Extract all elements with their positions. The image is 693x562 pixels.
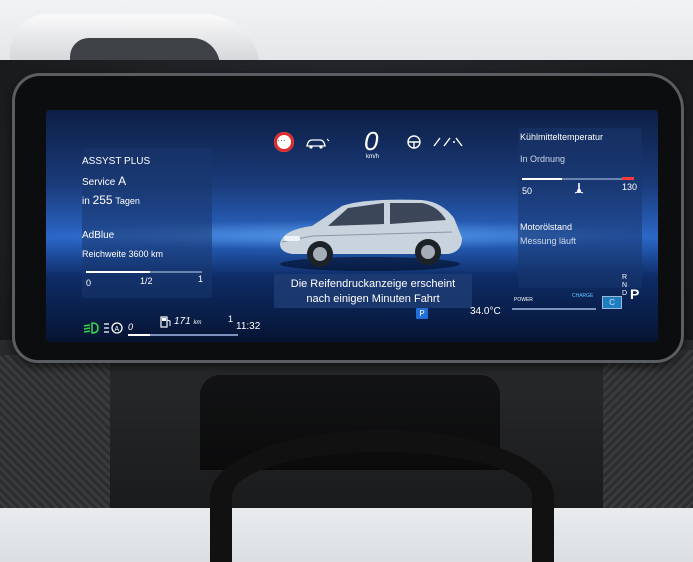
steering-wheel [210,430,554,562]
auto-headlight-icon: A [104,322,123,334]
tire-pressure-message: Die Reifendruckanzeige erscheint nach ei… [274,274,472,308]
coolant-status: In Ordnung [520,154,566,164]
svg-text:A: A [115,326,120,333]
service-label: Service [82,177,116,188]
adblue-gauge-fill [86,271,150,273]
speed-unit: km/h [366,154,380,160]
gear-selector-list: R N D [622,274,627,298]
gear-d: D [622,290,628,297]
charge-mode-badge: C [602,296,622,309]
charge-label: CHARGE [572,293,594,299]
adblue-scale-half: 1/2 [140,276,153,286]
power-label: POWER [514,297,533,303]
lane-assist-icon [433,137,463,147]
fuel-range: 171 km [174,316,201,327]
outside-temperature: 34.0°C [470,306,501,317]
coolant-temperature-icon [574,183,584,194]
service-value: A [118,174,127,188]
fuel-full-marker: 1 [228,314,234,324]
gear-r: R [622,274,628,281]
clock-time: 11:32 [236,321,261,332]
steering-assist-icon [407,135,421,149]
carbon-trim-right [603,350,693,508]
fuel-pump-icon [160,316,171,328]
adblue-scale-full: 1 [198,274,204,284]
oil-status: Messung läuft [520,236,577,246]
fuel-range-unit: km [193,320,202,326]
speed-value: 0 [364,126,379,156]
carbon-trim-left [0,355,110,508]
service-days-row: in 255 Tagen [82,193,140,207]
service-panel: ASSYST PLUS Service A in 255 Tagen AdBlu… [82,148,212,298]
vehicle-illustration [280,199,462,271]
low-beam-headlight-icon [83,322,99,334]
gear-n: N [622,282,628,289]
adblue-range: Reichweite 3600 km [82,249,164,259]
assyst-title: ASSYST PLUS [82,156,151,167]
message-line-2: nach einigen Minuten Fahrt [306,293,440,305]
days-prefix: in [82,196,90,207]
service-row: Service A [82,174,126,188]
no-limit-sign-icon [274,132,294,152]
fuel-gauge-fill [128,334,150,336]
gear-current: P [630,286,640,302]
power-gauge-line [512,308,596,310]
fuel-range-value: 171 [174,316,191,327]
coolant-red-zone [622,177,634,180]
distance-assist-icon [306,138,330,149]
adblue-title: AdBlue [82,230,115,241]
trip-value: 0 [128,322,134,332]
coolant-title: Kühlmitteltemperatur [520,132,604,142]
top-status-bar: 0 km/h [274,126,504,170]
coolant-gauge-fill [522,178,562,180]
coolant-scale-min: 50 [522,186,533,196]
oil-title: Motorölstand [520,222,573,232]
days-unit: Tagen [115,196,140,206]
instrument-cluster-screen: ASSYST PLUS Service A in 255 Tagen AdBlu… [46,110,658,342]
engine-status-panel: Kühlmitteltemperatur In Ordnung 50 130 M… [518,128,642,288]
adblue-scale-0: 0 [86,278,92,288]
message-line-1: Die Reifendruckanzeige erscheint [290,278,456,290]
coolant-scale-max: 130 [622,182,638,192]
days-value: 255 [92,193,113,207]
parking-badge: P [416,308,428,319]
